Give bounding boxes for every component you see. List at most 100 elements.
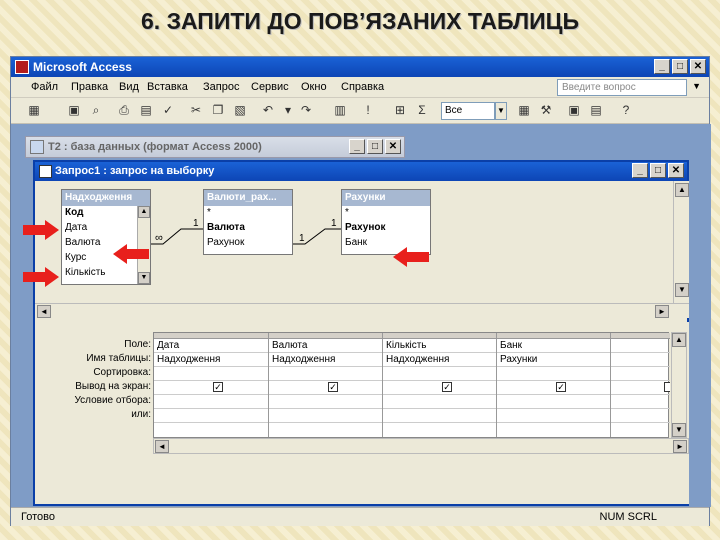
db-maximize-button[interactable]: □ [367,139,383,154]
view-design-icon[interactable]: ▦ [25,102,43,119]
grid-or-cell[interactable] [269,409,382,423]
grid-show-cell[interactable]: ✓ [154,381,268,395]
database-window[interactable]: T2 : база данных (формат Access 2000) _ … [25,136,405,158]
table-pane-hscrollbar[interactable]: ◄ ► [35,303,689,318]
grid-sort-cell[interactable] [269,367,382,381]
scroll-right-icon[interactable]: ► [655,305,669,318]
menu-view[interactable]: Вид [119,81,139,93]
grid-show-cell[interactable] [611,381,670,395]
grid-or-cell[interactable] [497,409,610,423]
grid-field-cell[interactable]: Валюта [269,339,382,353]
print-icon[interactable]: ⎙ [115,102,133,119]
grid-or-cell[interactable] [383,409,496,423]
totals-icon[interactable]: Σ [413,102,431,119]
undo-dropdown-icon[interactable]: ▾ [279,102,297,119]
grid-column[interactable]: Дата Надходження ✓ [154,333,269,437]
grid-criteria-cell[interactable] [269,395,382,409]
query-close-button[interactable]: ✕ [668,163,684,178]
query-titlebar[interactable]: Запрос1 : запрос на выборку _ □ ✕ [35,162,687,181]
grid-show-cell[interactable]: ✓ [269,381,382,395]
scroll-left-icon[interactable]: ◄ [37,305,51,318]
grid-criteria-cell[interactable] [383,395,496,409]
grid-column[interactable]: Валюта Надходження ✓ [269,333,383,437]
grid-sort-cell[interactable] [611,367,670,381]
app-titlebar[interactable]: Microsoft Access _ □ ✕ [11,57,709,77]
query-maximize-button[interactable]: □ [650,163,666,178]
show-table-icon[interactable]: ⊞ [391,102,409,119]
db-minimize-button[interactable]: _ [349,139,365,154]
cut-icon[interactable]: ✂ [187,102,205,119]
grid-field-cell[interactable] [611,339,670,353]
undo-icon[interactable]: ↶ [259,102,277,119]
scroll-down-icon[interactable]: ▼ [675,283,689,297]
grid-column[interactable]: Банк Рахунки ✓ [497,333,611,437]
grid-field-cell[interactable]: Кількість [383,339,496,353]
grid-criteria-cell[interactable] [611,395,670,409]
menu-insert[interactable]: Вставка [147,81,188,93]
scroll-down-icon[interactable]: ▼ [672,423,686,437]
help-dropdown-icon[interactable]: ▼ [692,81,701,91]
new-object-icon[interactable]: ▤ [587,102,605,119]
paste-icon[interactable]: ▧ [231,102,249,119]
grid-table-cell[interactable]: Надходження [154,353,268,367]
show-checkbox[interactable]: ✓ [328,382,338,392]
grid-column[interactable] [611,333,670,437]
scroll-left-icon[interactable]: ◄ [155,440,169,453]
db-close-button[interactable]: ✕ [385,139,401,154]
menu-window[interactable]: Окно [301,81,327,93]
grid-show-cell[interactable]: ✓ [497,381,610,395]
query-minimize-button[interactable]: _ [632,163,648,178]
database-window-icon[interactable]: ▣ [565,102,583,119]
grid-or-cell[interactable] [154,409,268,423]
properties-icon[interactable]: ▦ [515,102,533,119]
spelling-icon[interactable]: ✓ [159,102,177,119]
show-checkbox[interactable]: ✓ [213,382,223,392]
grid-table-cell[interactable] [611,353,670,367]
grid-sort-cell[interactable] [497,367,610,381]
help-search-input[interactable]: Введите вопрос [557,79,687,96]
minimize-button[interactable]: _ [654,59,670,74]
help-icon[interactable]: ? [617,102,635,119]
menu-file[interactable]: Файл [31,81,58,93]
red-arrow-left-icon [393,247,429,267]
grid-table-cell[interactable]: Надходження [383,353,496,367]
menu-help[interactable]: Справка [341,81,384,93]
scroll-right-icon[interactable]: ► [673,440,687,453]
grid-hscrollbar[interactable]: ◄ ► [153,438,689,454]
grid-or-cell[interactable] [611,409,670,423]
menu-tools[interactable]: Сервис [251,81,289,93]
maximize-button[interactable]: □ [672,59,688,74]
copy-icon[interactable]: ❐ [209,102,227,119]
status-bar: Готово NUM SCRL [11,507,709,526]
grid-show-cell[interactable]: ✓ [383,381,496,395]
search-file-icon[interactable]: ⌕ [87,102,105,119]
print-preview-icon[interactable]: ▤ [137,102,155,119]
scroll-up-icon[interactable]: ▲ [672,333,686,347]
menu-edit[interactable]: Правка [71,81,108,93]
show-checkbox[interactable]: ✓ [556,382,566,392]
grid-field-cell[interactable]: Дата [154,339,268,353]
close-button[interactable]: ✕ [690,59,706,74]
grid-column[interactable]: Кількість Надходження ✓ [383,333,497,437]
save-icon[interactable]: ▣ [65,102,83,119]
grid-vscrollbar[interactable]: ▲ ▼ [671,332,687,438]
scroll-up-icon[interactable]: ▲ [675,183,689,197]
grid-table-cell[interactable]: Надходження [269,353,382,367]
top-values-dropdown-icon[interactable]: ▼ [495,102,507,120]
redo-icon[interactable]: ↷ [297,102,315,119]
grid-table-cell[interactable]: Рахунки [497,353,610,367]
query-icon [39,165,52,178]
grid-criteria-cell[interactable] [497,395,610,409]
top-values-select[interactable]: Все [441,102,495,120]
show-checkbox[interactable]: ✓ [442,382,452,392]
grid-sort-cell[interactable] [154,367,268,381]
table-pane-vscrollbar[interactable]: ▲ ▼ [673,181,689,303]
show-checkbox[interactable] [664,382,670,392]
grid-field-cell[interactable]: Банк [497,339,610,353]
grid-criteria-cell[interactable] [154,395,268,409]
grid-sort-cell[interactable] [383,367,496,381]
run-icon[interactable]: ! [359,102,377,119]
build-icon[interactable]: ⚒ [537,102,555,119]
query-type-icon[interactable]: ▥ [331,102,349,119]
menu-query[interactable]: Запрос [203,81,239,93]
